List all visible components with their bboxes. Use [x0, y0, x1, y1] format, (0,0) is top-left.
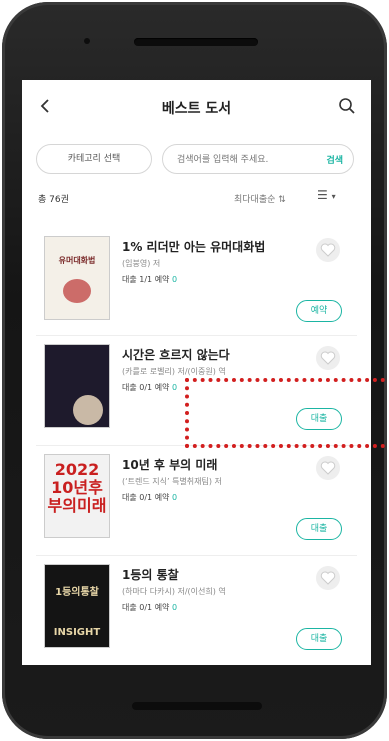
book-availability: 대출 0/1 예약 0 [122, 492, 177, 503]
book-author: (‘트렌드 지식’ 특별취재팀) 저 [122, 477, 222, 486]
reserve-count: 0 [171, 383, 178, 392]
view-toggle-button[interactable]: ☰ ▾ [317, 188, 336, 202]
book-availability: 대출 1/1 예약 0 [122, 274, 177, 285]
cover-illustration [63, 279, 91, 303]
app-header: 베스트 도서 [22, 80, 371, 130]
search-icon [339, 98, 355, 114]
book-availability: 대출 0/1 예약 0 [122, 382, 177, 393]
list-item[interactable]: 1등의통찰 INSIGHT 1등의 통찰 (하마다 다카시) 저/(이선희) 역… [22, 564, 371, 665]
reserve-label: 예약 [154, 383, 170, 392]
cover-title: 2022 10년후 부의미래 [47, 460, 107, 515]
heart-icon [320, 571, 336, 585]
cover-title: 유머대화법 [58, 256, 96, 265]
home-indicator [132, 702, 262, 710]
loan-status: 대출 0/1 [122, 493, 153, 502]
heart-icon [320, 461, 336, 475]
book-author: (카를로 로벨리) 저/(이중원) 역 [122, 367, 226, 376]
loan-status: 대출 0/1 [122, 603, 153, 612]
book-cover: 2022 10년후 부의미래 [44, 454, 110, 538]
heart-icon [320, 351, 336, 365]
book-author: (하마다 다카시) 저/(이선희) 역 [122, 587, 226, 596]
book-title[interactable]: 1% 리더만 아는 유머대화법 [122, 238, 265, 255]
book-cover: 유머대화법 [44, 236, 110, 320]
favorite-button[interactable] [316, 346, 340, 370]
book-availability: 대출 0/1 예약 0 [122, 602, 177, 613]
front-camera [84, 38, 90, 44]
highlight-box [185, 378, 385, 448]
loan-status: 대출 0/1 [122, 383, 153, 392]
speaker-grille [134, 38, 258, 46]
reserve-button[interactable]: 예약 [296, 300, 342, 322]
favorite-button[interactable] [316, 566, 340, 590]
search-submit-button[interactable]: 검색 [326, 153, 343, 166]
favorite-button[interactable] [316, 456, 340, 480]
borrow-button[interactable]: 대출 [296, 518, 342, 540]
sort-dropdown[interactable]: 최다대출순 ⇅ [234, 192, 286, 205]
list-item[interactable]: 유머대화법 1% 리더만 아는 유머대화법 (임붕영) 저 대출 1/1 예약 … [22, 236, 371, 354]
chevron-down-icon: ▾ [331, 192, 336, 201]
cover-title: 1등의통찰 INSIGHT [53, 587, 101, 638]
book-cover: 1등의통찰 INSIGHT [44, 564, 110, 648]
favorite-button[interactable] [316, 238, 340, 262]
book-title[interactable]: 10년 후 부의 미래 [122, 456, 217, 473]
category-select-button[interactable]: 카테고리 선택 [36, 144, 152, 174]
reserve-count: 0 [171, 275, 178, 284]
result-count: 총 76권 [38, 195, 69, 205]
book-cover [44, 344, 110, 428]
reserve-count: 0 [171, 493, 178, 502]
reserve-label: 예약 [154, 493, 170, 502]
divider [36, 555, 357, 556]
book-title[interactable]: 1등의 통찰 [122, 566, 179, 583]
book-author: (임붕영) 저 [122, 259, 161, 268]
search-input[interactable] [175, 150, 319, 170]
search-button[interactable] [337, 96, 357, 116]
divider [36, 335, 357, 336]
app-screen: 베스트 도서 카테고리 선택 검색 총 76권 최다대출순 ⇅ ☰ ▾ 유머대화… [22, 80, 371, 665]
search-bar: 검색 [162, 144, 354, 174]
reserve-label: 예약 [154, 275, 170, 284]
book-title[interactable]: 시간은 흐르지 않는다 [122, 346, 230, 363]
phone-frame: 베스트 도서 카테고리 선택 검색 총 76권 최다대출순 ⇅ ☰ ▾ 유머대화… [2, 2, 387, 739]
cover-portrait [73, 395, 103, 425]
reserve-count: 0 [171, 603, 178, 612]
list-view-icon: ☰ [317, 188, 328, 202]
heart-icon [320, 243, 336, 257]
borrow-button[interactable]: 대출 [296, 628, 342, 650]
page-title: 베스트 도서 [161, 101, 232, 117]
reserve-label: 예약 [154, 603, 170, 612]
loan-status: 대출 1/1 [122, 275, 153, 284]
